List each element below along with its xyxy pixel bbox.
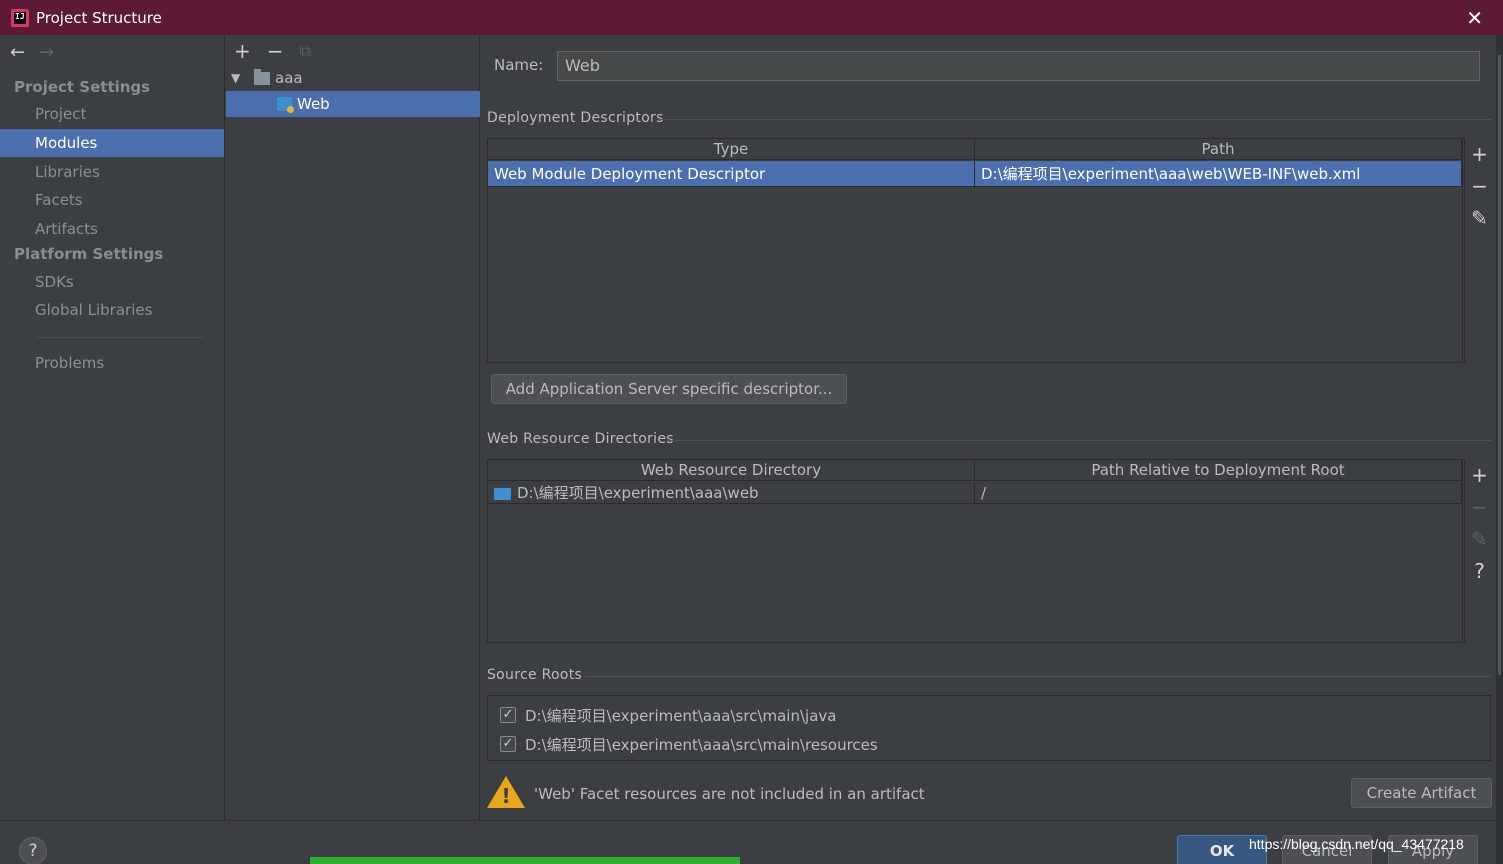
table-row[interactable]: Web Module Deployment Descriptor D:\编程项目… (488, 161, 1462, 187)
source-root-path: D:\编程项目\experiment\aaa\src\main\java (525, 706, 837, 725)
watermark-text: https://blog.csdn.net/qq_43477218 (1249, 836, 1464, 852)
resource-tools: + − ✎ ? (1464, 459, 1494, 643)
remove-icon[interactable]: − (1471, 170, 1488, 202)
nav-item-sdks[interactable]: SDKs (0, 268, 224, 296)
web-facet-panel: Name: Web Deployment Descriptors Type Pa… (481, 35, 1496, 820)
tree-node-label: Web (297, 95, 330, 113)
web-folder-icon (494, 487, 511, 500)
column-header-relative-path[interactable]: Path Relative to Deployment Root (975, 460, 1462, 481)
name-field[interactable]: Web (557, 51, 1480, 81)
nav-item-project[interactable]: Project (0, 100, 224, 128)
add-icon[interactable]: + (234, 39, 251, 63)
remove-icon[interactable]: − (267, 39, 284, 63)
remove-icon[interactable]: − (1471, 491, 1488, 523)
web-resource-directories-table: Web Resource Directory Path Relative to … (487, 459, 1463, 643)
nav-item-problems[interactable]: Problems (0, 349, 224, 377)
add-icon[interactable]: + (1471, 459, 1488, 491)
copy-icon[interactable]: ⧉ (300, 41, 311, 61)
module-tree-pane: + − ⧉ ▼ aaa Web (226, 35, 480, 820)
group-divider (667, 440, 1491, 441)
dialog-footer: ? OK Cancel Apply https://blog.csdn.net/… (0, 820, 1496, 864)
descriptor-path-cell: D:\编程项目\experiment\aaa\web\WEB-INF\web.x… (975, 161, 1462, 187)
deployment-descriptors-title: Deployment Descriptors (487, 110, 664, 126)
deployment-descriptors-table: Type Path Web Module Deployment Descript… (487, 138, 1463, 363)
help-button[interactable]: ? (19, 837, 47, 864)
web-resource-directories-title: Web Resource Directories (487, 431, 674, 447)
project-settings-header: Project Settings (14, 78, 151, 96)
name-label: Name: (494, 56, 544, 74)
artifact-warning: ! 'Web' Facet resources are not included… (487, 775, 1492, 815)
tree-node-web[interactable]: Web (226, 91, 480, 117)
source-roots-title: Source Roots (487, 667, 583, 683)
nav-item-facets[interactable]: Facets (0, 186, 224, 214)
history-arrows: ← → (10, 42, 54, 63)
nav-item-artifacts[interactable]: Artifacts (0, 215, 224, 243)
source-root-checkbox[interactable]: ✓ (500, 707, 516, 723)
scrollbar[interactable] (1496, 35, 1503, 864)
warning-message: 'Web' Facet resources are not included i… (534, 785, 925, 803)
add-server-descriptor-button[interactable]: Add Application Server specific descript… (491, 374, 847, 404)
table-header: Web Resource Directory Path Relative to … (488, 460, 1462, 481)
column-header-type[interactable]: Type (488, 139, 975, 160)
source-roots-list: ✓ D:\编程项目\experiment\aaa\src\main\java ✓… (487, 695, 1491, 761)
group-divider (657, 119, 1491, 120)
module-folder-icon (254, 69, 270, 85)
intellij-app-icon: IJ (11, 8, 29, 27)
source-root-item: ✓ D:\编程项目\experiment\aaa\src\main\resour… (500, 733, 878, 755)
tree-toolbar: + − ⧉ (234, 39, 311, 63)
nav-item-libraries[interactable]: Libraries (0, 158, 224, 186)
add-icon[interactable]: + (1471, 138, 1488, 170)
settings-navigation: ← → Project Settings Project Modules Lib… (0, 35, 225, 820)
warning-exclamation: ! (501, 784, 511, 808)
source-root-checkbox[interactable]: ✓ (500, 736, 516, 752)
overlay-stripe (310, 857, 740, 864)
table-header: Type Path (488, 139, 1462, 160)
back-arrow-icon[interactable]: ← (10, 42, 25, 63)
column-header-web-resource-directory[interactable]: Web Resource Directory (488, 460, 975, 481)
platform-settings-header: Platform Settings (14, 245, 164, 263)
nav-item-modules[interactable]: Modules (0, 129, 224, 157)
resource-dir-cell: D:\编程项目\experiment\aaa\web (488, 482, 975, 504)
window-title: Project Structure (36, 8, 162, 27)
tree-node-label: aaa (275, 69, 303, 87)
descriptor-type-cell: Web Module Deployment Descriptor (488, 161, 975, 187)
title-bar: IJ Project Structure ✕ (0, 0, 1503, 35)
group-divider (585, 676, 1491, 677)
table-row[interactable]: D:\编程项目\experiment\aaa\web / (488, 482, 1462, 504)
nav-divider (35, 337, 205, 338)
create-artifact-button[interactable]: Create Artifact (1351, 778, 1492, 808)
relative-path-cell: / (975, 482, 1462, 504)
web-facet-icon (277, 97, 294, 113)
help-icon[interactable]: ? (1474, 555, 1485, 587)
close-icon[interactable]: ✕ (1466, 6, 1483, 30)
forward-arrow-icon[interactable]: → (39, 42, 54, 63)
edit-pencil-icon[interactable]: ✎ (1471, 523, 1488, 555)
expand-triangle-icon[interactable]: ▼ (231, 65, 240, 91)
source-root-path: D:\编程项目\experiment\aaa\src\main\resource… (525, 735, 878, 754)
tree-node-aaa[interactable]: ▼ aaa (226, 65, 480, 91)
column-header-path[interactable]: Path (975, 139, 1462, 160)
nav-item-global-libraries[interactable]: Global Libraries (0, 296, 224, 324)
resource-dir-path: D:\编程项目\experiment\aaa\web (517, 484, 759, 502)
source-root-item: ✓ D:\编程项目\experiment\aaa\src\main\java (500, 704, 836, 726)
edit-pencil-icon[interactable]: ✎ (1471, 202, 1488, 234)
descriptor-tools: + − ✎ (1464, 138, 1494, 363)
